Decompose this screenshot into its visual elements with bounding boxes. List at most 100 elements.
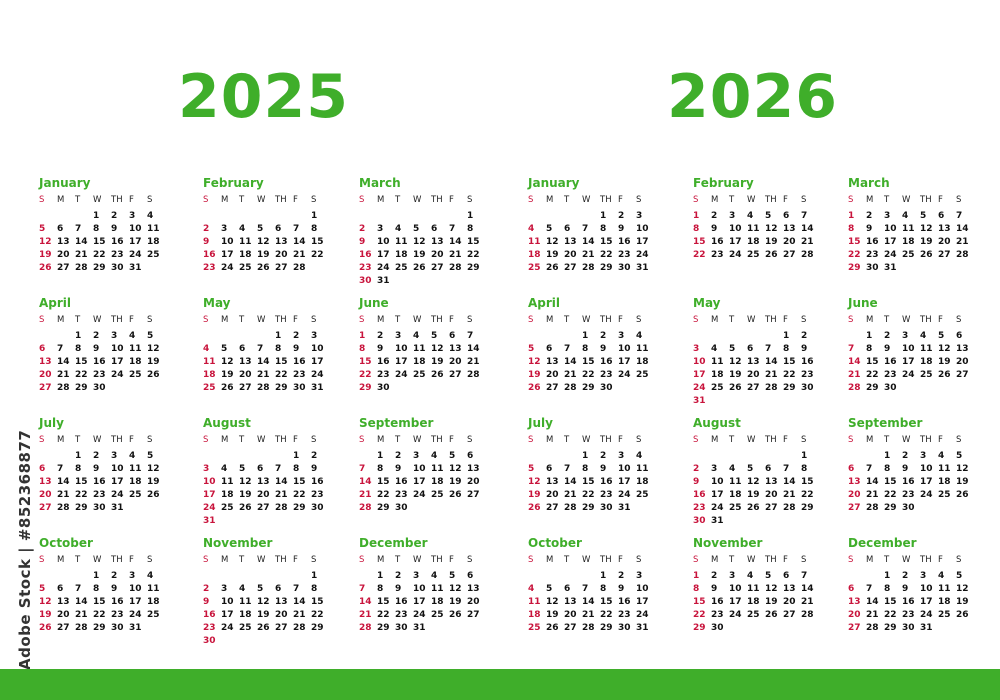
weekday-label: M	[221, 435, 229, 445]
day-cell: 19	[147, 477, 160, 487]
day-cell: 22	[377, 490, 390, 500]
day-cell: 3	[729, 211, 736, 221]
day-cell: 30	[902, 503, 915, 513]
day-cell: 26	[546, 263, 559, 273]
day-cell: 8	[275, 344, 282, 354]
weekday-label: T	[239, 555, 245, 565]
day-cell: 23	[600, 370, 613, 380]
day-cell: 30	[618, 263, 631, 273]
day-cell: 21	[467, 357, 480, 367]
weekday-label: S	[693, 435, 699, 445]
weekday-label: S	[693, 195, 699, 205]
day-cell: 1	[783, 331, 790, 341]
day-cell: 27	[431, 263, 444, 273]
day-cell: 7	[564, 344, 571, 354]
day-cell: 17	[111, 477, 124, 487]
day-cell: 3	[693, 344, 700, 354]
day-cell: 7	[582, 224, 589, 234]
day-grid: S M T W TH F S 1 2 3 4 5 6 7 8 9 10 11 12 13 14 15 16 17 18 19 20 2…	[692, 195, 842, 262]
day-cell: 9	[111, 584, 118, 594]
weekday-label: S	[359, 315, 365, 325]
day-grid: S M T W TH F S 1 2 3 4 5 6 7 8 9 10 11 12 13 14 15 16 17 18 19 20 2…	[202, 555, 352, 648]
empty-cell	[782, 450, 800, 463]
day-cell: 2	[377, 331, 384, 341]
day-cell: 15	[311, 597, 324, 607]
day-cell: 21	[564, 370, 577, 380]
weekday-label: W	[582, 435, 591, 445]
day-cell: 24	[203, 503, 216, 513]
day-cell: 18	[902, 237, 915, 247]
day-cell: 2	[111, 211, 118, 221]
day-cell: 21	[257, 370, 270, 380]
day-cell: 15	[693, 237, 706, 247]
day-cell: 22	[467, 250, 480, 260]
day-grid: S M T W TH F S 1 2 3 4 5 6 7 8 9 10 11 12 13 14 15 16 17 18 19 20 2…	[358, 555, 508, 635]
day-cell: 14	[866, 597, 879, 607]
day-cell: 14	[467, 344, 480, 354]
day-cell: 27	[257, 503, 270, 513]
day-cell: 2	[884, 331, 891, 341]
day-cell: 22	[75, 490, 88, 500]
day-cell: 22	[359, 370, 372, 380]
day-cell: 22	[884, 490, 897, 500]
day-cell: 5	[528, 464, 535, 474]
weekday-label: S	[801, 195, 807, 205]
day-cell: 15	[93, 237, 106, 247]
weekday-label: T	[75, 555, 81, 565]
day-cell: 27	[956, 370, 969, 380]
day-cell: 22	[93, 610, 106, 620]
day-cell: 31	[377, 276, 390, 286]
empty-cell	[256, 570, 274, 583]
day-cell: 3	[129, 571, 136, 581]
day-cell: 8	[866, 344, 873, 354]
day-cell: 6	[783, 571, 790, 581]
day-cell: 29	[293, 503, 306, 513]
weekday-label: W	[747, 555, 756, 565]
empty-cell	[764, 450, 782, 463]
month-name: July	[39, 416, 64, 430]
weekday-label: T	[75, 195, 81, 205]
weekday-label: W	[902, 555, 911, 565]
day-cell: 6	[747, 344, 754, 354]
day-cell: 23	[711, 610, 724, 620]
day-cell: 5	[546, 584, 553, 594]
day-cell: 30	[311, 503, 324, 513]
day-cell: 16	[377, 357, 390, 367]
weekday-label: T	[239, 435, 245, 445]
day-cell: 14	[293, 237, 306, 247]
day-cell: 4	[938, 451, 945, 461]
weekday-label: W	[257, 195, 266, 205]
day-cell: 5	[729, 344, 736, 354]
day-cell: 24	[693, 383, 706, 393]
weekday-label: M	[221, 195, 229, 205]
day-cell: 25	[147, 610, 160, 620]
day-cell: 21	[449, 250, 462, 260]
day-cell: 2	[111, 571, 118, 581]
day-cell: 13	[275, 597, 288, 607]
day-cell: 15	[848, 237, 861, 247]
day-cell: 14	[257, 357, 270, 367]
day-grid: S M T W TH F S 1 2 3 4 5 6 7 8 9 10 11 12 13 14 15 16 17 18 19 20 2…	[38, 315, 188, 395]
weekday-label: F	[938, 195, 943, 205]
weekday-label: M	[546, 315, 554, 325]
weekday-label: T	[729, 555, 735, 565]
weekday-label: W	[747, 195, 756, 205]
empty-cell	[527, 450, 545, 463]
day-cell: 18	[413, 357, 426, 367]
day-cell: 17	[377, 250, 390, 260]
day-cell: 24	[711, 503, 724, 513]
day-cell: 17	[221, 610, 234, 620]
day-cell: 17	[920, 477, 933, 487]
day-cell: 3	[129, 211, 136, 221]
day-cell: 26	[546, 623, 559, 633]
empty-cell	[220, 210, 238, 223]
day-cell: 13	[546, 477, 559, 487]
day-cell: 16	[359, 250, 372, 260]
day-cell: 12	[528, 357, 541, 367]
day-cell: 11	[747, 224, 760, 234]
day-cell: 28	[75, 623, 88, 633]
day-cell: 20	[956, 357, 969, 367]
day-cell: 25	[528, 263, 541, 273]
day-cell: 29	[93, 623, 106, 633]
day-cell: 28	[765, 383, 778, 393]
